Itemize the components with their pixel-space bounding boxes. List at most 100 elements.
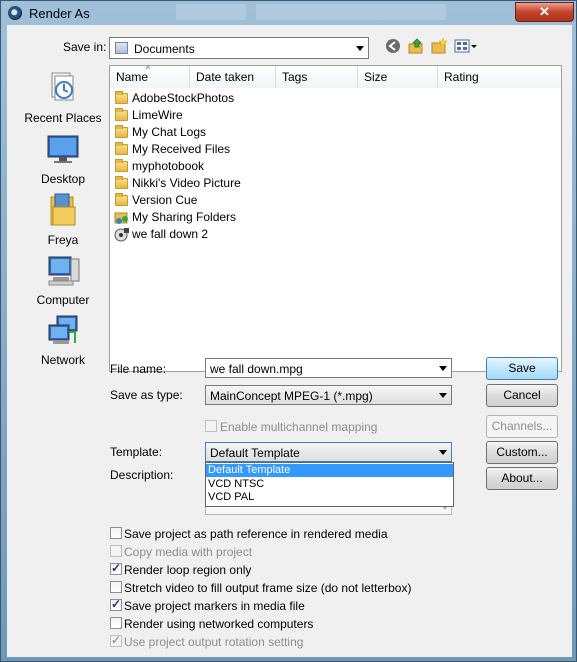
window-title: Render As: [29, 6, 90, 21]
list-item[interactable]: LimeWire: [114, 107, 414, 124]
option-label: Stretch video to fill output frame size …: [124, 581, 412, 595]
file-name: we fall down 2: [132, 227, 209, 241]
place-label: Recent Places: [24, 111, 102, 125]
title-bar[interactable]: Render As ✕: [1, 1, 577, 25]
file-name-input[interactable]: we fall down.mpg: [205, 358, 452, 378]
file-name: My Sharing Folders: [132, 210, 237, 224]
option-label: Render loop region only: [124, 563, 252, 577]
option-checkbox[interactable]: [110, 617, 122, 629]
place-desktop[interactable]: Desktop: [15, 133, 111, 189]
option-checkbox[interactable]: [110, 597, 122, 611]
folder-icon: [115, 91, 128, 104]
save-as-type-label: Save as type:: [110, 388, 183, 402]
sort-up-icon: ^: [146, 65, 150, 74]
about-button[interactable]: About...: [486, 467, 558, 490]
chevron-down-icon: [439, 450, 447, 455]
option-checkbox[interactable]: [110, 527, 122, 539]
view-menu-icon[interactable]: [454, 38, 478, 54]
save-in-label: Save in:: [63, 40, 107, 54]
save-as-type-dropdown[interactable]: MainConcept MPEG-1 (*.mpg): [205, 385, 452, 405]
folder-icon: [115, 193, 128, 206]
list-item[interactable]: we fall down 2: [114, 226, 414, 243]
render-as-window: Render As ✕ Save in: Documents Recent Pl…: [0, 0, 577, 662]
chevron-down-icon[interactable]: [439, 366, 447, 371]
back-icon[interactable]: [385, 38, 401, 54]
place-label: Freya: [47, 233, 79, 247]
folder-icon: [115, 142, 128, 155]
channels-button[interactable]: Channels...: [486, 415, 558, 438]
template-option[interactable]: VCD PAL: [206, 491, 453, 504]
place-label: Desktop: [40, 172, 86, 186]
template-label: Template:: [110, 445, 163, 459]
option-checkbox[interactable]: [110, 581, 122, 593]
column-header-name[interactable]: Name ^: [110, 65, 190, 88]
project-file-icon: [114, 227, 130, 245]
file-list[interactable]: Name ^ Date taken Tags Size Rating Adobe…: [109, 65, 562, 372]
cancel-button[interactable]: Cancel: [486, 384, 558, 407]
description-label: Description:: [110, 468, 174, 482]
user-folder-icon: [49, 193, 77, 230]
dialog-body: Save in: Documents Recent Places Desktop…: [7, 25, 572, 657]
background-taskbar-blur: [176, 4, 246, 20]
list-item[interactable]: Nikki's Video Picture: [114, 175, 414, 192]
save-button[interactable]: Save: [486, 357, 558, 380]
folder-icon: [115, 176, 128, 189]
place-freya[interactable]: Freya: [15, 193, 111, 249]
place-recent-places[interactable]: Recent Places: [15, 71, 111, 127]
list-item[interactable]: My Chat Logs: [114, 124, 414, 141]
up-folder-icon[interactable]: [408, 38, 424, 54]
documents-icon: [115, 42, 128, 54]
file-name: Version Cue: [132, 193, 198, 207]
network-icon: [47, 315, 81, 350]
folder-icon: [115, 108, 128, 121]
desktop-icon: [47, 135, 79, 168]
folder-icon: [115, 159, 128, 172]
file-name: AdobeStockPhotos: [132, 91, 235, 105]
option-checkbox[interactable]: [110, 545, 122, 557]
option-label: Save project as path reference in render…: [124, 527, 388, 541]
folder-icon: [115, 125, 128, 138]
save-in-value: Documents: [134, 42, 195, 56]
option-checkbox[interactable]: [110, 633, 122, 647]
column-header-tags[interactable]: Tags: [276, 66, 358, 88]
place-computer[interactable]: Computer: [15, 253, 111, 309]
multichannel-checkbox[interactable]: [205, 420, 217, 432]
place-label: Network: [40, 353, 85, 367]
close-button[interactable]: ✕: [515, 2, 574, 22]
option-label: Copy media with project: [124, 545, 253, 559]
file-name-value: we fall down.mpg: [210, 362, 303, 376]
option-label: Render using networked computers: [124, 617, 314, 631]
chevron-down-icon: [439, 393, 447, 398]
column-header-date-taken[interactable]: Date taken: [190, 66, 276, 88]
template-dropdown-list[interactable]: Default Template VCD NTSC VCD PAL: [205, 462, 454, 507]
template-dropdown[interactable]: Default Template: [205, 442, 452, 462]
place-network[interactable]: Network: [15, 313, 111, 369]
custom-button[interactable]: Custom...: [486, 441, 558, 464]
list-item[interactable]: My Sharing Folders: [114, 209, 414, 226]
option-label: Save project markers in media file: [124, 599, 305, 613]
list-item[interactable]: My Received Files: [114, 141, 414, 158]
list-item[interactable]: Version Cue: [114, 192, 414, 209]
places-bar: Recent Places Desktop Freya Computer Net…: [15, 65, 111, 385]
save-as-type-value: MainConcept MPEG-1 (*.mpg): [210, 389, 373, 403]
save-in-dropdown[interactable]: Documents: [109, 37, 369, 59]
column-header-size[interactable]: Size: [358, 66, 438, 88]
app-icon: [8, 6, 22, 20]
column-header-rating[interactable]: Rating: [438, 66, 561, 88]
place-label: Computer: [36, 293, 90, 307]
multichannel-label: Enable multichannel mapping: [220, 420, 378, 434]
template-option[interactable]: VCD NTSC: [206, 478, 453, 491]
computer-icon: [47, 255, 81, 290]
file-name: My Chat Logs: [132, 125, 207, 139]
template-option[interactable]: Default Template: [206, 464, 453, 477]
template-value: Default Template: [210, 446, 300, 460]
background-taskbar-blur: [256, 4, 446, 20]
file-name: My Received Files: [132, 142, 231, 156]
file-name: LimeWire: [132, 108, 183, 122]
list-item[interactable]: AdobeStockPhotos: [114, 90, 414, 107]
new-folder-icon[interactable]: [431, 37, 448, 54]
column-header-label: Name: [116, 70, 149, 84]
option-checkbox[interactable]: [110, 561, 122, 575]
option-label: Use project output rotation setting: [124, 635, 304, 649]
list-item[interactable]: myphotobook: [114, 158, 414, 175]
